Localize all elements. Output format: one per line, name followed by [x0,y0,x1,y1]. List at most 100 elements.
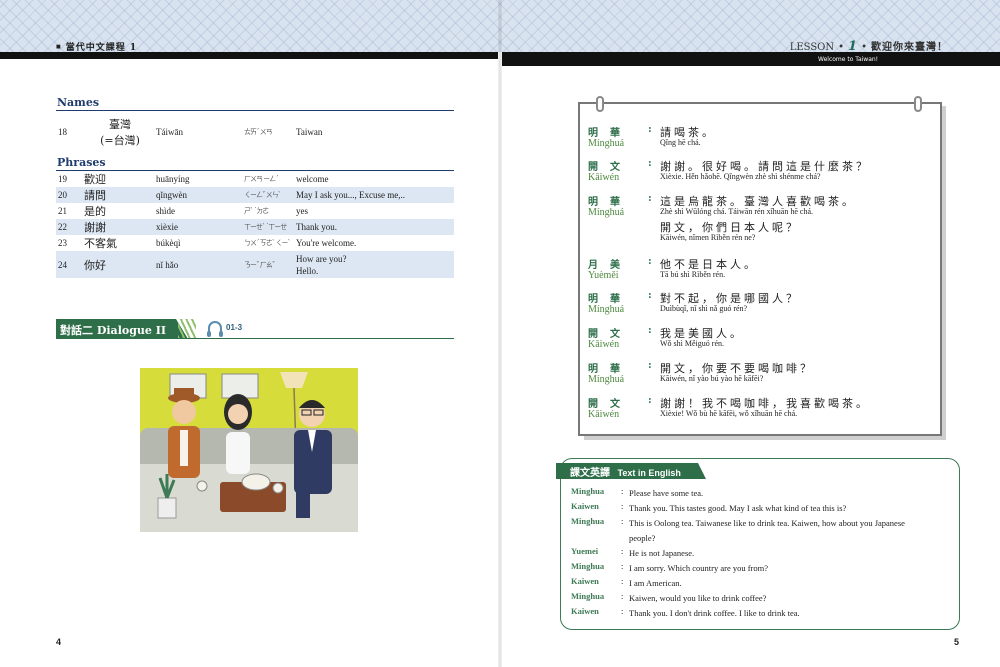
lesson-number: 1 [848,39,858,54]
vocab-pinyin: shìde [156,206,175,216]
vocab-pinyin: búkèqì [156,238,181,248]
dialogue-tab-stripes [178,319,196,339]
speaker-zh: 明華 [588,197,632,208]
vocab-english: yes [296,206,308,216]
vocab-num: 18 [58,127,67,137]
vocab-num: 24 [58,259,67,270]
audio-track[interactable]: 01-3 [207,321,242,337]
translation-line: Kaiwen: Thank you. This tastes good. May … [571,501,929,516]
binder-ring-icon [914,96,922,112]
vocab-english-line: How are you? [296,253,347,264]
speaker-pinyin: Kāiwén [588,409,620,420]
vocab-pinyin: qǐngwèn [156,190,187,200]
line-zh: 謝謝！我不喝咖啡，我喜歡喝茶。 [660,397,870,410]
phrases-heading: Phrases [57,156,106,169]
dialogue-line: 月美 Yuèměi : 他不是日本人。 Tā bú shì Rìběn rén. [588,256,758,281]
dialogue-line: 明華 Mínghuá : 這是烏龍茶。臺灣人喜歡喝茶。 Zhè shì Wūlón… [588,193,856,242]
line-zh: 這是烏龍茶。臺灣人喜歡喝茶。 [660,195,856,208]
line-pinyin: Xièxie! Wǒ bù hē kāfēi, wǒ xǐhuān hē chá… [660,409,798,418]
binder-ring-icon [596,96,604,112]
translation-speaker: Kaiwen [571,576,599,586]
speaker-zh: 開文 [588,162,632,173]
speaker-pinyin: Mínghuá [588,374,625,385]
book-title: 當代中文課程 1 [56,40,137,53]
line-zh: 開文，你們日本人呢？ [660,221,800,234]
translation-text: Thank you. This tastes good. May I ask w… [629,503,847,513]
headphones-icon[interactable] [207,321,223,337]
translation-line: Minghua: This is Oolong tea. Taiwanese li… [571,516,929,546]
line-pinyin: Wǒ shì Měiguó rén. [660,339,724,348]
translation-speaker: Minghua [571,561,605,571]
speaker-zh: 明華 [588,294,632,305]
vocab-num: 22 [58,222,67,232]
vocab-english: You're welcome. [296,238,357,248]
line-pinyin: Kāiwén, nǐmen Rìběn rén ne? [660,233,756,242]
header-bar-left [0,52,498,59]
english-title-zh: 課文英譯 [570,468,610,479]
vocab-num: 19 [58,174,67,184]
translation-speaker: Minghua [571,486,605,496]
translation-text: Thank you. I don't drink coffee. I like … [629,608,800,618]
translation-text: Please have some tea. [629,488,704,498]
translation-text: I am American. [629,578,682,588]
lesson-title-zh: 歡迎你來臺灣！ [871,42,948,53]
vocab-zhuyin: ㄋㄧˇ ㄏㄠˇ [244,260,275,269]
dialogue-line: 開文 Kāiwén : 謝謝。很好喝。請問這是什麼茶？ Xièxie. Hěn hǎ… [588,158,870,183]
page-number-right: 5 [954,637,960,647]
vocab-row: 21 是的 shìde ㄕˋ ˙ㄉㄜ yes [56,203,454,219]
vocab-num: 21 [58,206,67,216]
translation-line: Minghua: I am sorry. Which country are yo… [571,561,929,576]
vocab-zh: 臺灣 (=台灣) [76,116,156,148]
english-title-en: Text in English [617,468,681,478]
dialogue-line: 明華 Mínghuá : 請喝茶。 Qǐng hē chá. [588,124,716,149]
speaker-zh: 明華 [588,128,632,139]
line-pinyin: Qǐng hē chá. [660,138,701,147]
vocab-zh: 你好 [84,258,106,272]
vocab-row: 22 謝謝 xièxie ㄒㄧㄝˋ ˙ㄒㄧㄝ Thank you. [56,219,454,235]
page-number-left: 4 [56,637,62,647]
dialogue-heading: 對話二 Dialogue II 01-3 [56,319,454,339]
vocab-zh-main: 臺灣 [109,118,131,131]
dialogue-line: 開文 Kāiwén : 我是美國人。 Wǒ shì Měiguó rén. [588,325,744,350]
speaker-zh: 開文 [588,329,632,340]
line-pinyin: Duìbùqǐ, nǐ shì nǎ guó rén? [660,304,748,313]
vocab-pinyin: xièxie [156,222,178,232]
translation-speaker: Minghua [571,591,605,601]
vocab-english: welcome [296,174,329,184]
line-zh: 對不起，你是哪國人？ [660,292,800,305]
translation-text: This is Oolong tea. Taiwanese like to dr… [629,518,905,543]
dialogue-title-tab: 對話二 Dialogue II [56,319,188,339]
vocab-num: 20 [58,190,67,200]
line-zh: 謝謝。很好喝。請問這是什麼茶？ [660,160,870,173]
vocab-row: 20 請問 qǐngwèn ㄑㄧㄥˇ ㄨㄣˋ May I ask you...,… [56,187,454,203]
dialogue-line: 明華 Mínghuá : 對不起，你是哪國人？ Duìbùqǐ, nǐ shì nǎ… [588,290,800,315]
line-pinyin: Tā bú shì Rìběn rén. [660,270,726,279]
speaker-zh: 月美 [588,260,632,271]
vocab-english: How are you? Hello. [296,253,454,277]
vocab-zh: 歡迎 [84,173,106,186]
vocab-zhuyin: ㄊㄞˊ ㄨㄢ [244,128,273,136]
vocab-zh-alt: (=台灣) [100,134,140,147]
vocab-row: 23 不客氣 búkèqì ㄅㄨˊ ㄎㄜˋ ㄑㄧˋ You're welcome… [56,235,454,251]
names-rule [56,110,454,111]
line-zh: 請喝茶。 [660,126,716,139]
vocab-english: Taiwan [296,127,323,137]
vocab-zh: 謝謝 [84,221,106,234]
dialogue-title-en: Dialogue II [96,324,167,337]
line-zh: 他不是日本人。 [660,258,758,271]
speaker-pinyin: Mínghuá [588,138,625,149]
translation-text: He is not Japanese. [629,548,695,558]
vocab-pinyin: nǐ hǎo [156,259,179,270]
vocab-zhuyin: ㄑㄧㄥˇ ㄨㄣˋ [244,191,281,199]
translation-speaker: Kaiwen [571,501,599,511]
vocab-english-line: Hello. [296,265,319,276]
vocab-english: Thank you. [296,222,337,232]
speaker-pinyin: Mínghuá [588,207,625,218]
dialogue-line: 明華 Mínghuá : 開文，你要不要喝咖啡？ Kāiwén, nǐ yào bú… [588,360,814,385]
line-pinyin: Xièxie. Hěn hǎohē. Qǐngwèn zhè shì shénm… [660,172,821,181]
english-title-tab: 課文英譯 Text in English [556,463,706,479]
translation-line: Minghua: Please have some tea. [571,486,929,501]
line-pinyin: Kāiwén, nǐ yào bú yào hē kāfēi? [660,374,764,383]
vocab-row: 24 你好 nǐ hǎo ㄋㄧˇ ㄏㄠˇ How are you? Hello. [56,251,454,278]
header-bar-right [502,52,1000,66]
